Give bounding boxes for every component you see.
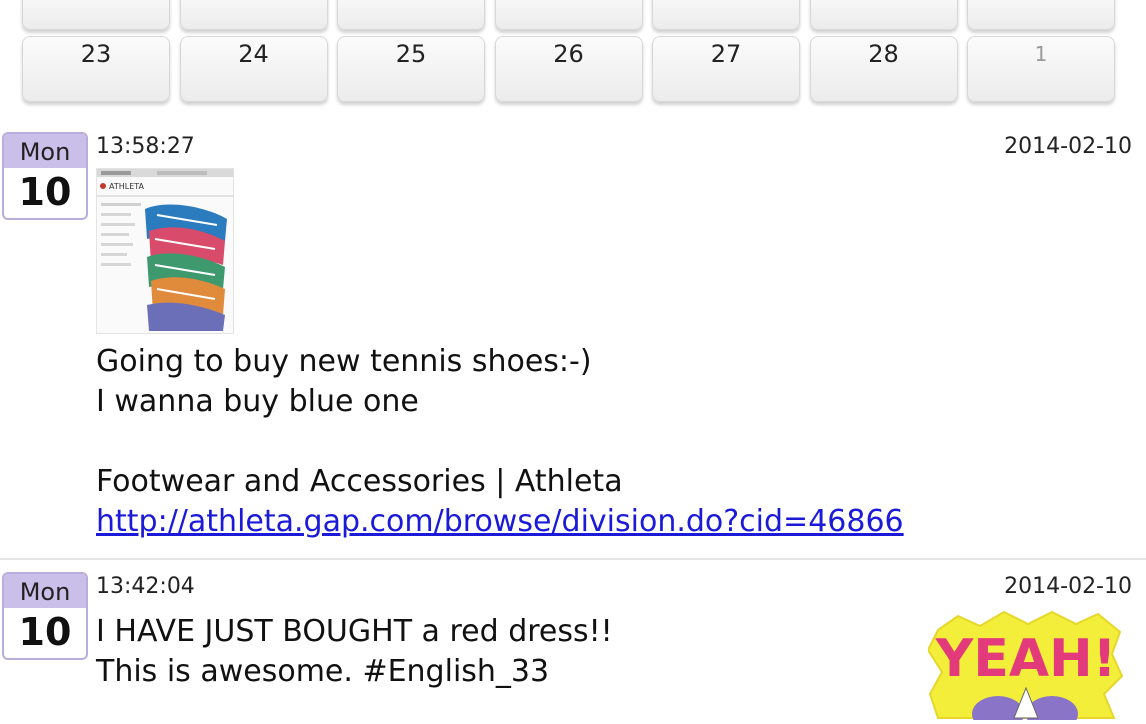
- sticker-text: YEAH!: [935, 629, 1117, 689]
- badge-day-number: 10: [18, 170, 72, 214]
- thumbnail-brand-text: ATHLETA: [109, 182, 145, 191]
- calendar-week-row: [22, 0, 1118, 30]
- calendar-day-cell[interactable]: [179, 0, 328, 30]
- link-preview-thumbnail[interactable]: ATHLETA: [96, 168, 234, 334]
- badge-day-number: 10: [18, 610, 72, 654]
- entry-time: 13:42:04: [96, 574, 195, 599]
- badge-weekday: Mon: [4, 574, 86, 608]
- calendar-day-cell[interactable]: [337, 0, 485, 30]
- calendar-day-cell[interactable]: [652, 0, 800, 30]
- entry-time: 13:58:27: [96, 134, 195, 159]
- calendar-day-25[interactable]: 25: [337, 36, 485, 102]
- date-badge: Mon 10: [2, 572, 88, 660]
- entry-date: 2014-02-10: [1004, 574, 1132, 599]
- calendar-day-28[interactable]: 28: [809, 36, 958, 102]
- calendar-day-26[interactable]: 26: [494, 36, 643, 102]
- calendar-grid: 23 24 25 26 27 28 1: [22, 0, 1118, 108]
- date-badge: Mon 10: [2, 132, 88, 220]
- entry-text-line: I wanna buy blue one: [96, 384, 419, 419]
- badge-weekday: Mon: [4, 134, 86, 168]
- calendar-day-1-next-month[interactable]: 1: [967, 36, 1115, 102]
- diary-entry[interactable]: Mon 10 13:58:27 2014-02-10 ATHLETA Going…: [0, 130, 1146, 560]
- entry-text-line: Going to buy new tennis shoes:-): [96, 344, 592, 379]
- yeah-sticker-image: YEAH!: [926, 610, 1124, 724]
- entry-text-line: Footwear and Accessories | Athleta: [96, 464, 623, 499]
- calendar-day-27[interactable]: 27: [652, 36, 800, 102]
- entry-text-blank-line: [96, 422, 904, 462]
- diary-entry[interactable]: Mon 10 13:42:04 2014-02-10 I HAVE JUST B…: [0, 570, 1146, 724]
- calendar-day-cell[interactable]: [967, 0, 1115, 30]
- webpage-screenshot-image: ATHLETA: [97, 169, 233, 333]
- calendar-day-cell[interactable]: [22, 0, 170, 30]
- calendar-day-23[interactable]: 23: [22, 36, 170, 102]
- calendar-day-cell[interactable]: [494, 0, 643, 30]
- entry-text: Going to buy new tennis shoes:-) I wanna…: [96, 342, 904, 542]
- entry-text-line: This is awesome. #English_33: [96, 654, 550, 689]
- entry-text-line: I HAVE JUST BOUGHT a red dress!!: [96, 614, 613, 649]
- entry-link[interactable]: http://athleta.gap.com/browse/division.d…: [96, 504, 904, 539]
- calendar-day-cell[interactable]: [809, 0, 958, 30]
- entry-text: I HAVE JUST BOUGHT a red dress!! This is…: [96, 612, 613, 692]
- calendar-week-row: 23 24 25 26 27 28 1: [22, 36, 1118, 102]
- entry-date: 2014-02-10: [1004, 134, 1132, 159]
- calendar-day-24[interactable]: 24: [179, 36, 328, 102]
